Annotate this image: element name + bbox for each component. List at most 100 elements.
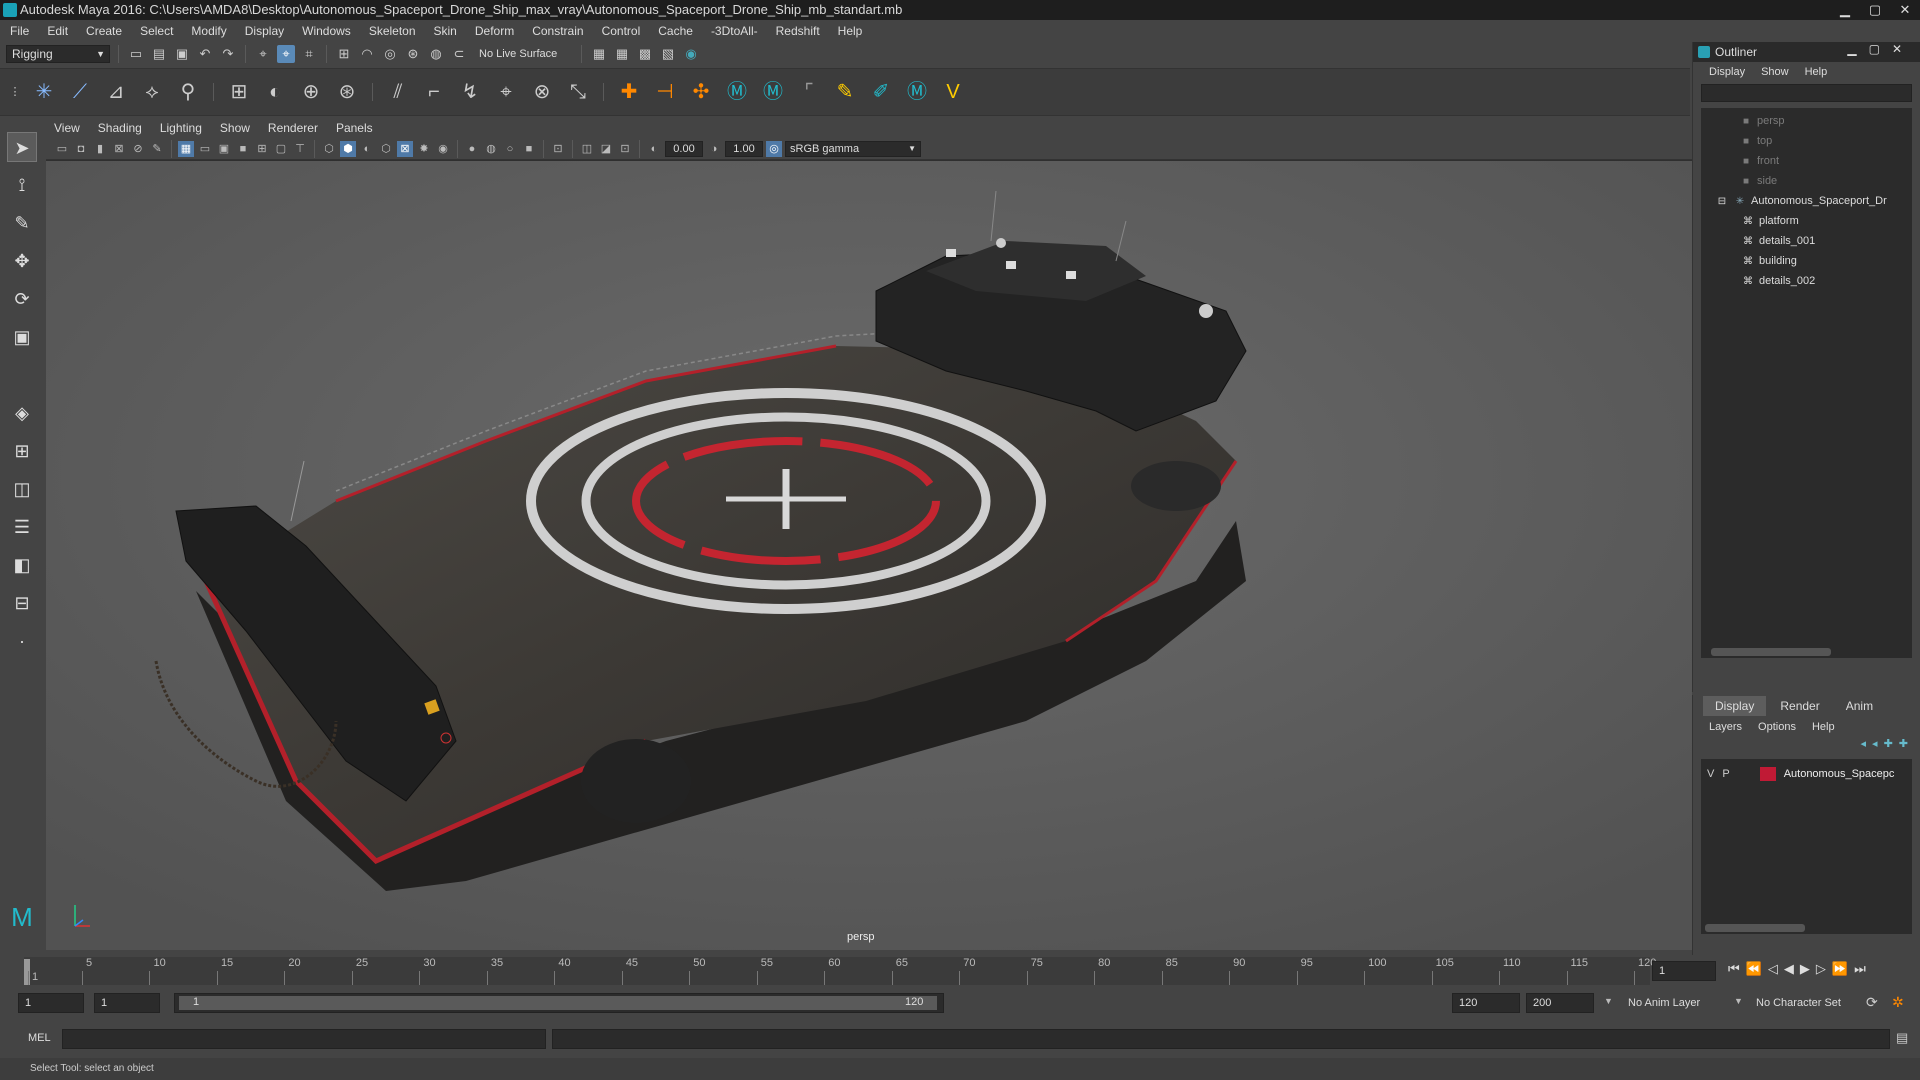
go-to-start-icon[interactable]: ⏮ xyxy=(1728,961,1740,981)
outliner-item-top[interactable]: ■ top xyxy=(1739,132,1772,150)
menu-display[interactable]: Display xyxy=(245,24,284,38)
layer-visibility-toggle[interactable]: V xyxy=(1707,768,1714,780)
field-chart-icon[interactable]: ⊞ xyxy=(254,141,270,157)
range-handle[interactable] xyxy=(179,996,937,1010)
exposure-icon[interactable]: ◐ xyxy=(646,141,662,157)
paint-weights-icon[interactable]: ⌖ xyxy=(492,78,520,106)
panel-menu-lighting[interactable]: Lighting xyxy=(160,121,202,135)
shadows-icon[interactable]: ◉ xyxy=(435,141,451,157)
camera-select-icon[interactable]: ▭ xyxy=(54,141,70,157)
gamma-field[interactable]: 1.00 xyxy=(725,140,763,157)
smooth-bind-icon[interactable]: ◐ xyxy=(261,78,289,106)
menu-modify[interactable]: Modify xyxy=(191,24,226,38)
paint-tool-icon[interactable]: ✐ xyxy=(867,78,895,106)
xray-components-icon[interactable]: ⊡ xyxy=(617,141,633,157)
panel-menu-show[interactable]: Show xyxy=(220,121,250,135)
default-material-icon[interactable]: ◐ xyxy=(359,141,375,157)
panel-menu-renderer[interactable]: Renderer xyxy=(268,121,318,135)
character-set-select[interactable]: No Character Set xyxy=(1752,993,1862,1013)
menu-select[interactable]: Select xyxy=(140,24,173,38)
locator-icon[interactable]: ✚ xyxy=(615,78,643,106)
orient-joint-icon[interactable]: ⟡ xyxy=(138,78,166,106)
tab-display[interactable]: Display xyxy=(1703,696,1767,716)
redo-icon[interactable]: ↷ xyxy=(219,45,237,63)
select-tool-icon[interactable]: ➤ xyxy=(7,132,37,162)
render-frame-icon[interactable]: ▦ xyxy=(590,45,608,63)
end-time-field[interactable]: 200 xyxy=(1526,993,1594,1013)
image-plane-icon[interactable]: ⊠ xyxy=(111,141,127,157)
exposure-field[interactable]: 0.00 xyxy=(665,140,703,157)
new-layer-icon[interactable]: ✚ xyxy=(1884,737,1893,755)
export-icon[interactable]: Ⓜ xyxy=(903,78,931,106)
menu-constrain[interactable]: Constrain xyxy=(532,24,583,38)
smooth-shade-icon[interactable]: ⬢ xyxy=(340,140,356,157)
outliner-item-details-001[interactable]: ⌘ details_001 xyxy=(1741,232,1815,250)
render-view-icon[interactable]: ◉ xyxy=(682,45,700,63)
menu-3dtoall[interactable]: -3DtoAll- xyxy=(711,24,758,38)
step-forward-frame-icon[interactable]: ▷ xyxy=(1816,961,1826,981)
film-gate-icon[interactable]: ▭ xyxy=(197,141,213,157)
redshift-material-icon[interactable]: Ⓜ xyxy=(723,78,751,106)
new-layer-selected-icon[interactable]: ✚ xyxy=(1899,737,1908,755)
play-back-icon[interactable]: ◀ xyxy=(1784,961,1794,981)
2d-pan-icon[interactable]: ⊘ xyxy=(130,141,146,157)
xray-icon[interactable]: ◫ xyxy=(579,141,595,157)
live-surface-label[interactable]: No Live Surface xyxy=(473,48,573,60)
grease-pencil-icon[interactable]: ✎ xyxy=(149,141,165,157)
insert-joint-icon[interactable]: ⟋ xyxy=(66,78,94,106)
lattice-icon[interactable]: ⊕ xyxy=(297,78,325,106)
menu-redshift[interactable]: Redshift xyxy=(776,24,820,38)
outliner-menu-help[interactable]: Help xyxy=(1805,66,1828,78)
menu-cache[interactable]: Cache xyxy=(658,24,693,38)
motion-blur-icon[interactable]: ◍ xyxy=(483,141,499,157)
snap-grid-icon[interactable]: ⊞ xyxy=(335,45,353,63)
bookmark-icon[interactable]: ▮ xyxy=(92,141,108,157)
paint-select-icon[interactable]: ✎ xyxy=(7,208,37,238)
outliner-item-building[interactable]: ⌘ building xyxy=(1741,252,1797,270)
resolution-gate-icon[interactable]: ▣ xyxy=(216,141,232,157)
curve-tool-icon[interactable]: ⌜ xyxy=(795,78,823,106)
outliner-item-group[interactable]: ⊟ ✳ Autonomous_Spaceport_Dr xyxy=(1715,192,1887,210)
two-view-layout-icon[interactable]: ◫ xyxy=(7,474,37,504)
step-forward-key-icon[interactable]: ⏩ xyxy=(1832,961,1848,981)
render-settings-icon[interactable]: ▩ xyxy=(636,45,654,63)
uv-layout-icon[interactable]: ⊟ xyxy=(7,588,37,618)
close-icon[interactable]: ✕ xyxy=(1890,0,1920,20)
animation-prefs-icon[interactable]: ✲ xyxy=(1892,994,1904,1011)
cluster-icon[interactable]: ⊛ xyxy=(333,78,361,106)
outliner-window-buttons[interactable]: ▁▢✕ xyxy=(1847,42,1914,56)
outliner-search-input[interactable] xyxy=(1701,84,1912,102)
menu-file[interactable]: File xyxy=(10,24,29,38)
gate-mask-icon[interactable]: ■ xyxy=(235,141,251,157)
blendshape-icon[interactable]: ⊗ xyxy=(528,78,556,106)
aim-constraint-icon[interactable]: ⊣ xyxy=(651,78,679,106)
menu-create[interactable]: Create xyxy=(86,24,122,38)
maximize-icon[interactable]: ▢ xyxy=(1860,0,1890,20)
outliner-menu-display[interactable]: Display xyxy=(1709,66,1745,78)
script-editor-icon[interactable]: ▤ xyxy=(1896,1030,1908,1046)
outliner-item-side[interactable]: ■ side xyxy=(1739,172,1777,190)
tab-render[interactable]: Render xyxy=(1768,696,1831,716)
view-transform-select[interactable]: sRGB gamma ▼ xyxy=(785,140,921,157)
snap-point-icon[interactable]: ◎ xyxy=(381,45,399,63)
playback-end-field[interactable]: 120 xyxy=(1452,993,1520,1013)
playback-start-field[interactable]: 1 xyxy=(94,993,160,1013)
play-forward-icon[interactable]: ▶ xyxy=(1800,961,1810,981)
outliner-menu-show[interactable]: Show xyxy=(1761,66,1789,78)
snap-surface-icon[interactable]: ◍ xyxy=(427,45,445,63)
outliner-item-persp[interactable]: ■ persp xyxy=(1739,112,1785,130)
step-back-key-icon[interactable]: ⏪ xyxy=(1746,961,1762,981)
layer-hscrollbar[interactable] xyxy=(1705,924,1805,932)
step-back-frame-icon[interactable]: ◁ xyxy=(1768,961,1778,981)
menu-skeleton[interactable]: Skeleton xyxy=(369,24,416,38)
hik-icon[interactable]: ⚲ xyxy=(174,78,202,106)
bind-skin-icon[interactable]: ⊞ xyxy=(225,78,253,106)
move-layer-up-icon[interactable]: ◂ xyxy=(1861,737,1867,755)
mel-label[interactable]: MEL xyxy=(28,1032,51,1044)
current-time-marker[interactable] xyxy=(24,959,30,985)
outliner-layout-icon[interactable]: ☰ xyxy=(7,512,37,542)
select-hierarchy-icon[interactable]: ⌖ xyxy=(254,45,272,63)
ik-handle-icon[interactable]: ⫽ xyxy=(384,78,412,106)
screen-space-ao-icon[interactable]: ● xyxy=(464,141,480,157)
lasso-tool-icon[interactable]: ⟟ xyxy=(7,170,37,200)
